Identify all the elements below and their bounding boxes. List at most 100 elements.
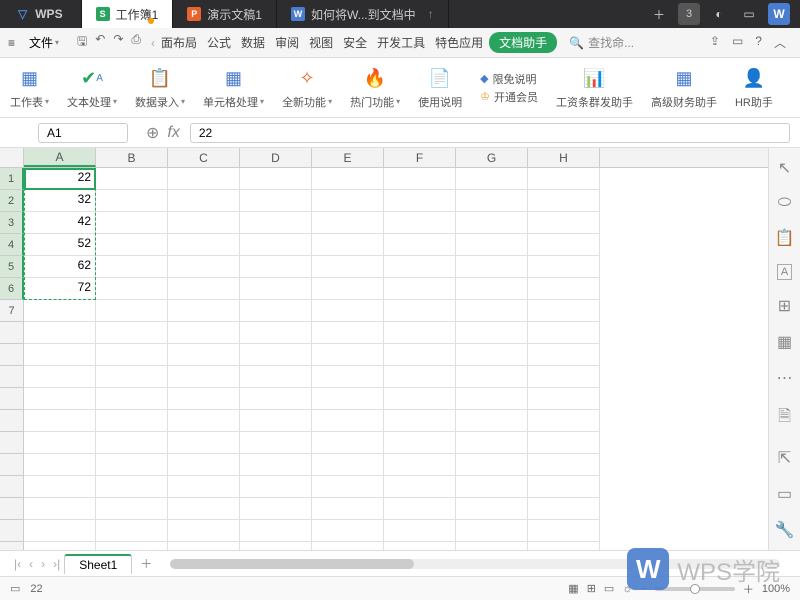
cell-F15[interactable] — [384, 476, 456, 498]
cell-H15[interactable] — [528, 476, 600, 498]
col-header-E[interactable]: E — [312, 148, 384, 167]
share-icon[interactable]: ⇪ — [710, 34, 720, 51]
cell-F1[interactable] — [384, 168, 456, 190]
col-header-A[interactable]: A — [24, 148, 96, 167]
row-header-3[interactable]: 3 — [0, 212, 24, 234]
theme-icon[interactable]: ☼ — [622, 583, 632, 595]
ribbon-worksheet[interactable]: ▦工作表▾ — [4, 62, 55, 113]
row-header-1[interactable]: 1 — [0, 168, 24, 190]
layout-panel-icon[interactable]: ⊞ — [778, 296, 791, 316]
export-icon[interactable]: ⇱ — [778, 448, 791, 468]
cell-H9[interactable] — [528, 344, 600, 366]
cell-C4[interactable] — [168, 234, 240, 256]
sheet-tab-1[interactable]: Sheet1 — [64, 554, 132, 574]
cell-E10[interactable] — [312, 366, 384, 388]
cell-F12[interactable] — [384, 410, 456, 432]
cell-G11[interactable] — [456, 388, 528, 410]
appearance-icon[interactable]: ◐ — [708, 3, 730, 25]
cell-B8[interactable] — [96, 322, 168, 344]
tab-layout[interactable]: 面布局 — [157, 32, 201, 53]
cell-G13[interactable] — [456, 432, 528, 454]
cell-C5[interactable] — [168, 256, 240, 278]
row-header-15[interactable] — [0, 476, 24, 498]
cell-A17[interactable] — [24, 520, 96, 542]
settings-panel-icon[interactable]: ▭ — [777, 484, 792, 504]
cell-E14[interactable] — [312, 454, 384, 476]
cell-D11[interactable] — [240, 388, 312, 410]
save-icon[interactable]: 🖫 — [77, 32, 87, 53]
cell-B6[interactable] — [96, 278, 168, 300]
cell-F7[interactable] — [384, 300, 456, 322]
cell-A4[interactable]: 52 — [24, 234, 96, 256]
row-header-9[interactable] — [0, 344, 24, 366]
cell-B9[interactable] — [96, 344, 168, 366]
cell-D7[interactable] — [240, 300, 312, 322]
cell-E9[interactable] — [312, 344, 384, 366]
cell-H16[interactable] — [528, 498, 600, 520]
cell-B18[interactable] — [96, 542, 168, 550]
tab-data[interactable]: 数据 — [237, 32, 269, 53]
tab-count-badge[interactable]: 3 — [678, 3, 700, 25]
cell-E3[interactable] — [312, 212, 384, 234]
cell-C6[interactable] — [168, 278, 240, 300]
view-normal-icon[interactable]: ▦ — [568, 582, 578, 595]
view-layout-icon[interactable]: ⊞ — [587, 582, 596, 595]
cell-A2[interactable]: 32 — [24, 190, 96, 212]
cell-E18[interactable] — [312, 542, 384, 550]
cell-E4[interactable] — [312, 234, 384, 256]
ribbon-cell-process[interactable]: ▦单元格处理▾ — [197, 62, 270, 113]
horizontal-scrollbar[interactable] — [170, 559, 780, 569]
cell-E7[interactable] — [312, 300, 384, 322]
cell-G14[interactable] — [456, 454, 528, 476]
row-header-11[interactable] — [0, 388, 24, 410]
cell-A9[interactable] — [24, 344, 96, 366]
wrench-icon[interactable]: 🔧 — [775, 520, 795, 540]
cell-D14[interactable] — [240, 454, 312, 476]
cell-B12[interactable] — [96, 410, 168, 432]
cell-D5[interactable] — [240, 256, 312, 278]
zoom-out-button[interactable]: − — [640, 583, 646, 595]
cell-H4[interactable] — [528, 234, 600, 256]
col-header-B[interactable]: B — [96, 148, 168, 167]
wps-logo-icon[interactable]: W — [768, 3, 790, 25]
window-icon[interactable]: ▭ — [738, 3, 760, 25]
select-all-corner[interactable] — [0, 148, 24, 167]
undo-icon[interactable]: ↶ — [95, 32, 105, 53]
cell-E11[interactable] — [312, 388, 384, 410]
cell-H3[interactable] — [528, 212, 600, 234]
sheet-nav-prev[interactable]: ‹ — [25, 557, 37, 571]
spreadsheet-grid[interactable]: ABCDEFGH1222323424525626727 — [0, 148, 768, 550]
membership-button[interactable]: ♔开通会员 — [480, 89, 538, 105]
cell-A5[interactable]: 62 — [24, 256, 96, 278]
cell-C13[interactable] — [168, 432, 240, 454]
cell-H1[interactable] — [528, 168, 600, 190]
cell-G17[interactable] — [456, 520, 528, 542]
cell-A6[interactable]: 72 — [24, 278, 96, 300]
row-header-6[interactable]: 6 — [0, 278, 24, 300]
cell-C3[interactable] — [168, 212, 240, 234]
cell-C2[interactable] — [168, 190, 240, 212]
wps-home-tab[interactable]: ▽WPS — [0, 0, 82, 28]
tab-security[interactable]: 安全 — [339, 32, 371, 53]
cell-D3[interactable] — [240, 212, 312, 234]
select-icon[interactable]: ⬭ — [778, 194, 792, 212]
row-header-14[interactable] — [0, 454, 24, 476]
menu-expand-icon[interactable]: ≡ — [4, 34, 19, 52]
sheet-nav-first[interactable]: |‹ — [10, 557, 25, 571]
cell-B17[interactable] — [96, 520, 168, 542]
cell-B7[interactable] — [96, 300, 168, 322]
cell-B14[interactable] — [96, 454, 168, 476]
cell-F10[interactable] — [384, 366, 456, 388]
row-header-10[interactable] — [0, 366, 24, 388]
print-icon[interactable]: ⎙ — [131, 32, 141, 53]
doc-tab-presentation[interactable]: P演示文稿1 — [173, 0, 277, 28]
cell-H13[interactable] — [528, 432, 600, 454]
cell-H10[interactable] — [528, 366, 600, 388]
doc-tab-workbook[interactable]: S工作簿1 — [82, 0, 174, 28]
cell-E15[interactable] — [312, 476, 384, 498]
text-icon[interactable]: A — [777, 264, 792, 280]
ribbon-data-entry[interactable]: 📋数据录入▾ — [129, 62, 191, 113]
redo-icon[interactable]: ↷ — [113, 32, 123, 53]
cell-F5[interactable] — [384, 256, 456, 278]
cell-D6[interactable] — [240, 278, 312, 300]
